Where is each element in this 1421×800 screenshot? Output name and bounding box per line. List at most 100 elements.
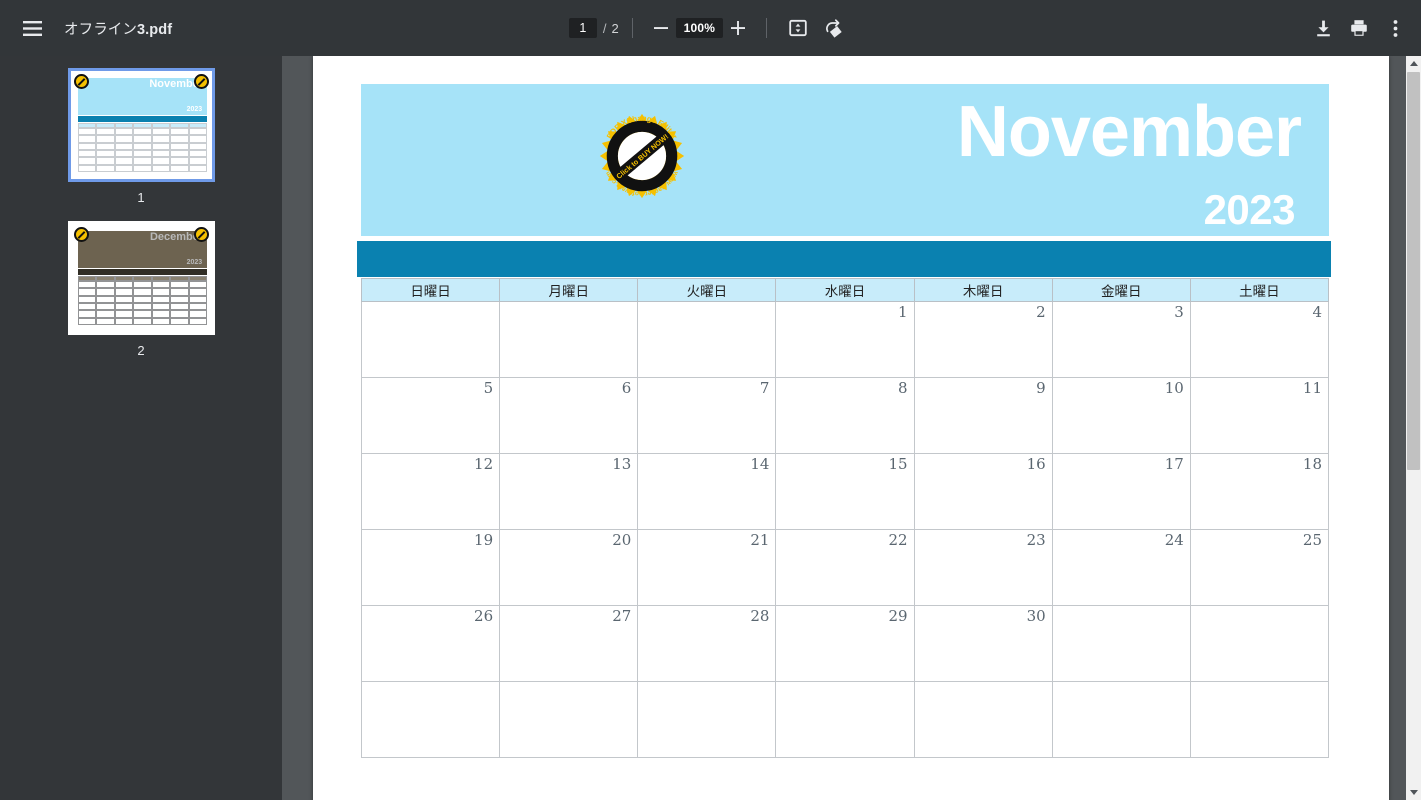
calendar-banner: November 2023 — [361, 84, 1329, 236]
fit-to-page-icon[interactable] — [780, 10, 816, 46]
calendar-day-cell: 19 — [360, 529, 501, 606]
calendar-week-row: 1234 — [360, 301, 1330, 378]
thumbnail-page-label: 2 — [137, 343, 145, 358]
calendar-day-cell: 1 — [775, 301, 915, 378]
calendar-weekday-header: 土曜日 — [1189, 278, 1330, 302]
calendar-day-cell: 18 — [1189, 453, 1330, 530]
calendar-day-cell: 23 — [913, 529, 1053, 606]
total-pages-label: 2 — [611, 20, 619, 36]
toolbar-divider-2 — [766, 18, 768, 38]
calendar-empty-cell — [637, 301, 777, 378]
calendar-table: 日曜日 月曜日 火曜日 水曜日 木曜日 金曜日 土曜日 1 2 3 4 5 6 7 8 9 10 11 12 13 1… — [360, 278, 1330, 758]
calendar-day-cell: 9 — [913, 377, 1053, 454]
calendar-week-row: 19 20 21 22 23 24 25 — [360, 529, 1330, 606]
calendar-day-cell: 4 — [1189, 301, 1330, 378]
calendar-empty-cell — [1051, 605, 1191, 682]
calendar-empty-cell — [1051, 681, 1191, 758]
toolbar-center-group: / 2 100% — [0, 0, 1421, 56]
vertical-scrollbar[interactable] — [1406, 56, 1421, 800]
rotate-icon[interactable] — [816, 10, 852, 46]
page-thumbnail-2[interactable]: December 2023 — [67, 221, 215, 335]
calendar-day-cell: 29 — [775, 605, 915, 682]
calendar-month-title: November — [956, 92, 1302, 172]
calendar-day-cell: 10 — [1051, 377, 1191, 454]
calendar-accent-bar — [357, 241, 1331, 277]
calendar-empty-cell — [360, 301, 501, 378]
calendar-day-cell: 30 — [913, 605, 1053, 682]
thumb-banner: November 2023 — [77, 78, 208, 115]
thumb-grid — [77, 122, 208, 172]
more-vertical-icon[interactable] — [1377, 10, 1413, 46]
calendar-year-title: 2023 — [1203, 186, 1296, 233]
calendar-day-cell: 11 — [1189, 377, 1330, 454]
calendar-day-cell: 13 — [499, 453, 639, 530]
thumb-banner: December 2023 — [77, 231, 208, 268]
calendar-week-row — [360, 681, 1330, 758]
calendar-day-cell: 20 — [499, 529, 639, 606]
thumbnail-preview-1: November 2023 — [74, 74, 209, 176]
calendar-week-row: 26 27 28 29 30 — [360, 605, 1330, 682]
calendar-empty-cell — [1189, 681, 1330, 758]
calendar-day-cell: 27 — [499, 605, 639, 682]
calendar-day-cell: 8 — [775, 377, 915, 454]
thumbnail-page-label: 1 — [137, 190, 145, 205]
watermark-stamp-icon — [193, 74, 209, 89]
calendar-day-cell: 14 — [637, 453, 777, 530]
thumb-grid — [77, 275, 208, 325]
thumb-year-label: 2023 — [186, 258, 203, 266]
calendar-day-cell: 7 — [637, 377, 777, 454]
calendar-day-cell: 12 — [360, 453, 501, 530]
toolbar-right-group — [1305, 0, 1413, 56]
watermark-stamp-icon — [73, 227, 89, 242]
scroll-up-arrow-icon[interactable] — [1406, 56, 1421, 71]
pdf-viewer-area[interactable]: November 2023 日曜日 月曜日 火曜日 水曜日 木曜日 金曜日 土曜日 1234… — [282, 56, 1421, 800]
scroll-down-arrow-icon[interactable] — [1406, 785, 1421, 800]
thumbnail-entry-1[interactable]: November 2023 1 — [0, 56, 282, 209]
calendar-day-cell: 2 — [913, 301, 1053, 378]
calendar-empty-cell — [775, 681, 915, 758]
pdf-toolbar: オフライン3.pdf / 2 100% — [0, 0, 1421, 56]
zoom-out-button[interactable] — [646, 13, 676, 43]
calendar-empty-cell — [499, 301, 639, 378]
calendar-weekday-header: 火曜日 — [637, 278, 777, 302]
calendar-empty-cell — [913, 681, 1053, 758]
calendar-weekday-header: 水曜日 — [775, 278, 915, 302]
calendar-day-cell: 26 — [360, 605, 501, 682]
calendar-empty-cell — [1189, 605, 1330, 682]
scrollbar-thumb[interactable] — [1407, 72, 1420, 470]
calendar-day-cell: 5 — [360, 377, 501, 454]
thumb-year-label: 2023 — [186, 105, 203, 113]
calendar-day-cell: 21 — [637, 529, 777, 606]
thumb-accent-bar — [77, 115, 208, 122]
print-icon[interactable] — [1341, 10, 1377, 46]
calendar-body: 1 2 3 4 5 6 7 8 9 10 11 12 13 14 15 16 17 18 19 20 21 22 23 24 2… — [360, 301, 1330, 758]
calendar-empty-cell — [637, 681, 777, 758]
watermark-stamp-icon — [193, 227, 209, 242]
thumb-accent-bar — [77, 268, 208, 275]
calendar-empty-cell — [360, 681, 501, 758]
calendar-day-cell: 28 — [637, 605, 777, 682]
calendar-day-cell: 15 — [775, 453, 915, 530]
zoom-level-display[interactable]: 100% — [675, 18, 724, 38]
calendar-weekday-header: 月曜日 — [499, 278, 639, 302]
calendar-day-cell: 25 — [1189, 529, 1330, 606]
page-number-input[interactable] — [568, 18, 597, 38]
calendar-day-cell: 17 — [1051, 453, 1191, 530]
thumbnail-entry-2[interactable]: December 2023 2 — [0, 209, 282, 362]
calendar-day-cell: 22 — [775, 529, 915, 606]
thumbnail-preview-2: December 2023 — [74, 227, 209, 329]
calendar-weekday-header: 木曜日 — [913, 278, 1053, 302]
thumbnail-sidebar[interactable]: November 2023 1 December 2023 2 — [0, 56, 282, 800]
watermark-stamp-icon — [73, 74, 89, 89]
page-separator: / — [602, 20, 607, 36]
calendar-day-cell: 24 — [1051, 529, 1191, 606]
calendar-week-row: 5 6 7 8 9 10 11 — [360, 377, 1330, 454]
toolbar-divider-1 — [631, 18, 633, 38]
download-icon[interactable] — [1305, 10, 1341, 46]
calendar-day-cell: 16 — [913, 453, 1053, 530]
calendar-day-cell: 3 — [1051, 301, 1191, 378]
calendar-week-row: 12 13 14 15 16 17 18 — [360, 453, 1330, 530]
calendar-day-cell: 6 — [499, 377, 639, 454]
zoom-in-button[interactable] — [723, 13, 753, 43]
page-thumbnail-1[interactable]: November 2023 — [67, 68, 215, 182]
